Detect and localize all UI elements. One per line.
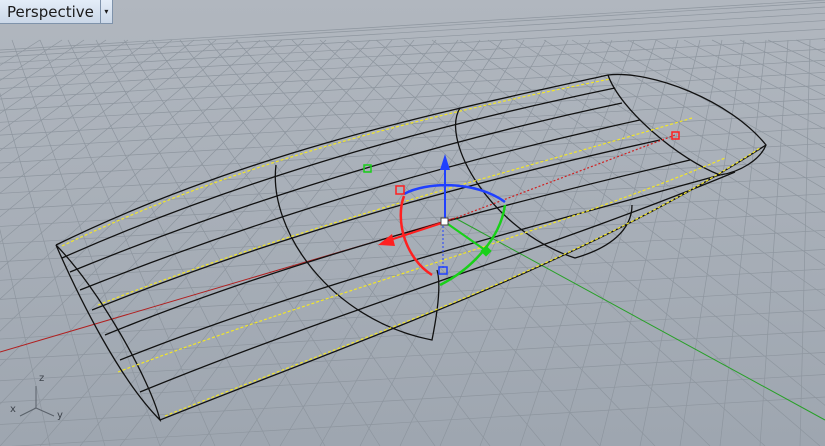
- gumball-y-rotation-arc[interactable]: [439, 204, 507, 287]
- viewport-title[interactable]: Perspective: [0, 0, 101, 24]
- world-y-axis: [454, 217, 825, 421]
- gumball-z-arrow-icon[interactable]: [440, 154, 450, 170]
- axis-indicator-y-label: y: [57, 410, 63, 421]
- viewport-title-bar: Perspective ▾: [0, 0, 113, 24]
- axis-indicator-x-label: x: [10, 404, 16, 415]
- viewport-menu-chevron-down-icon[interactable]: ▾: [100, 0, 113, 24]
- perspective-viewport[interactable]: z x y Perspective ▾: [0, 0, 825, 446]
- axis-indicator-z-label: z: [39, 373, 45, 384]
- 3d-scene[interactable]: [0, 0, 825, 446]
- control-point-red[interactable]: [671, 131, 680, 140]
- gumball-center[interactable]: [440, 217, 449, 226]
- construction-grid: [0, 0, 825, 446]
- gumball-scale-handle-red[interactable]: [395, 185, 405, 195]
- gumball-x-axis[interactable]: [389, 221, 446, 241]
